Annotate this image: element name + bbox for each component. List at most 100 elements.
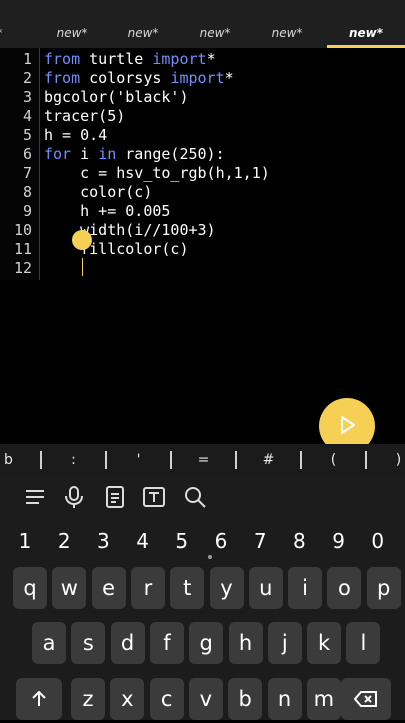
tab-0[interactable]: y* [0, 0, 12, 48]
key-z[interactable]: z [71, 678, 105, 720]
key-v[interactable]: v [188, 678, 223, 720]
symbol-key[interactable]: ) [366, 444, 405, 476]
keyword-token: import [152, 50, 207, 68]
code-token: c = hsv_to_rgb(h,1,1) [44, 164, 270, 182]
key-b[interactable]: b [228, 678, 263, 720]
key-d[interactable]: d [110, 622, 145, 664]
code-line: 4 tracer(5) [0, 107, 405, 126]
key-u[interactable]: u [248, 567, 283, 609]
number-key-4[interactable]: 4 [123, 526, 163, 556]
line-number: 9 [22, 202, 32, 220]
code-text: h = 0.4 [44, 126, 107, 145]
tab-2[interactable]: new* [103, 0, 183, 48]
number-key-2[interactable]: 2 [44, 526, 84, 556]
number-key-7[interactable]: 7 [240, 526, 280, 556]
keyword-token: from [44, 50, 81, 68]
key-s[interactable]: s [71, 622, 106, 664]
number-key-3[interactable]: 3 [83, 526, 123, 556]
menu-icon[interactable] [22, 484, 48, 510]
number-key-5[interactable]: 5 [162, 526, 202, 556]
key-l[interactable]: l [346, 622, 381, 664]
clipboard-icon[interactable] [102, 484, 128, 510]
code-line: 1 from turtle import* [0, 50, 405, 69]
play-icon [341, 416, 355, 434]
number-key-9[interactable]: 9 [319, 526, 359, 556]
number-key-1[interactable]: 1 [5, 526, 45, 556]
line-number: 1 [22, 50, 32, 68]
code-line: 12 [0, 259, 405, 278]
code-line: 8 color(c) [0, 183, 405, 202]
code-line: 7 c = hsv_to_rgb(h,1,1) [0, 164, 405, 183]
key-o[interactable]: o [327, 567, 362, 609]
search-icon[interactable] [182, 484, 208, 510]
key-p[interactable]: p [366, 567, 401, 609]
key-a[interactable]: a [32, 622, 66, 664]
symbol-key[interactable]: : [41, 444, 106, 476]
code-line: 2 from colorsys import* [0, 69, 405, 88]
line-number: 8 [22, 183, 32, 201]
cursor-handle[interactable] [72, 230, 92, 250]
line-number: 12 [13, 259, 32, 277]
text-icon[interactable] [141, 484, 167, 510]
tab-label: new* [127, 26, 159, 40]
tab-label: new* [271, 26, 303, 40]
code-line: 9 h += 0.005 [0, 202, 405, 221]
symbol-key[interactable]: b [0, 444, 41, 476]
code-line: 5 h = 0.4 [0, 126, 405, 145]
key-f[interactable]: f [149, 622, 184, 664]
number-key-6[interactable]: 6 [201, 526, 241, 556]
code-text: from colorsys import* [44, 69, 234, 88]
symbol-key[interactable]: ' [106, 444, 171, 476]
backspace-key[interactable] [341, 678, 391, 720]
code-token: width(i//100+3) [44, 221, 216, 239]
code-text: color(c) [44, 183, 152, 202]
line-number: 2 [22, 69, 32, 87]
tab-bar: y* new* new* new* new* new* [0, 0, 405, 48]
symbol-key[interactable]: ( [301, 444, 366, 476]
tab-label: new* [199, 26, 231, 40]
key-r[interactable]: r [130, 567, 165, 609]
keyboard: 1234567890 qwertyuiop asdfghjkl zxcvbnm [0, 476, 405, 720]
shift-key[interactable] [16, 678, 62, 720]
microphone-icon[interactable] [61, 484, 87, 510]
keyword-token: in [98, 145, 117, 163]
key-w[interactable]: w [52, 567, 87, 609]
tab-5[interactable]: new* [327, 0, 405, 48]
tab-1[interactable]: new* [32, 0, 112, 48]
symbol-key[interactable]: # [236, 444, 301, 476]
keyword-token: from [44, 69, 81, 87]
line-number: 3 [22, 88, 32, 106]
key-n[interactable]: n [267, 678, 302, 720]
key-h[interactable]: h [228, 622, 263, 664]
code-text: fillcolor(c) [44, 240, 188, 259]
key-t[interactable]: t [170, 567, 205, 609]
key-i[interactable]: i [288, 567, 323, 609]
code-token: h += 0.005 [44, 202, 171, 220]
key-m[interactable]: m [306, 678, 341, 720]
key-e[interactable]: e [91, 567, 126, 609]
line-number: 7 [22, 164, 32, 182]
key-g[interactable]: g [189, 622, 224, 664]
key-j[interactable]: j [267, 622, 302, 664]
key-y[interactable]: y [209, 567, 244, 609]
number-key-0[interactable]: 0 [358, 526, 398, 556]
tab-label: new* [348, 26, 384, 40]
text-cursor [82, 258, 83, 276]
keyword-token: for [44, 145, 72, 163]
key-q[interactable]: q [13, 567, 47, 609]
key-c[interactable]: c [149, 678, 184, 720]
code-token: bgcolor('black') [44, 88, 189, 106]
code-editor[interactable]: 1 from turtle import* 2 from colorsys impor… [0, 48, 405, 444]
line-number: 10 [13, 221, 32, 239]
code-token: * [206, 50, 216, 68]
tab-4[interactable]: new* [247, 0, 327, 48]
key-k[interactable]: k [307, 622, 342, 664]
code-text: from turtle import* [44, 50, 216, 69]
line-number: 4 [22, 107, 32, 125]
symbol-key[interactable]: = [171, 444, 236, 476]
tab-3[interactable]: new* [175, 0, 255, 48]
symbol-bar: b: ' = #() [0, 444, 405, 476]
code-token: h = 0.4 [44, 126, 108, 144]
key-x[interactable]: x [110, 678, 145, 720]
number-key-8[interactable]: 8 [279, 526, 319, 556]
